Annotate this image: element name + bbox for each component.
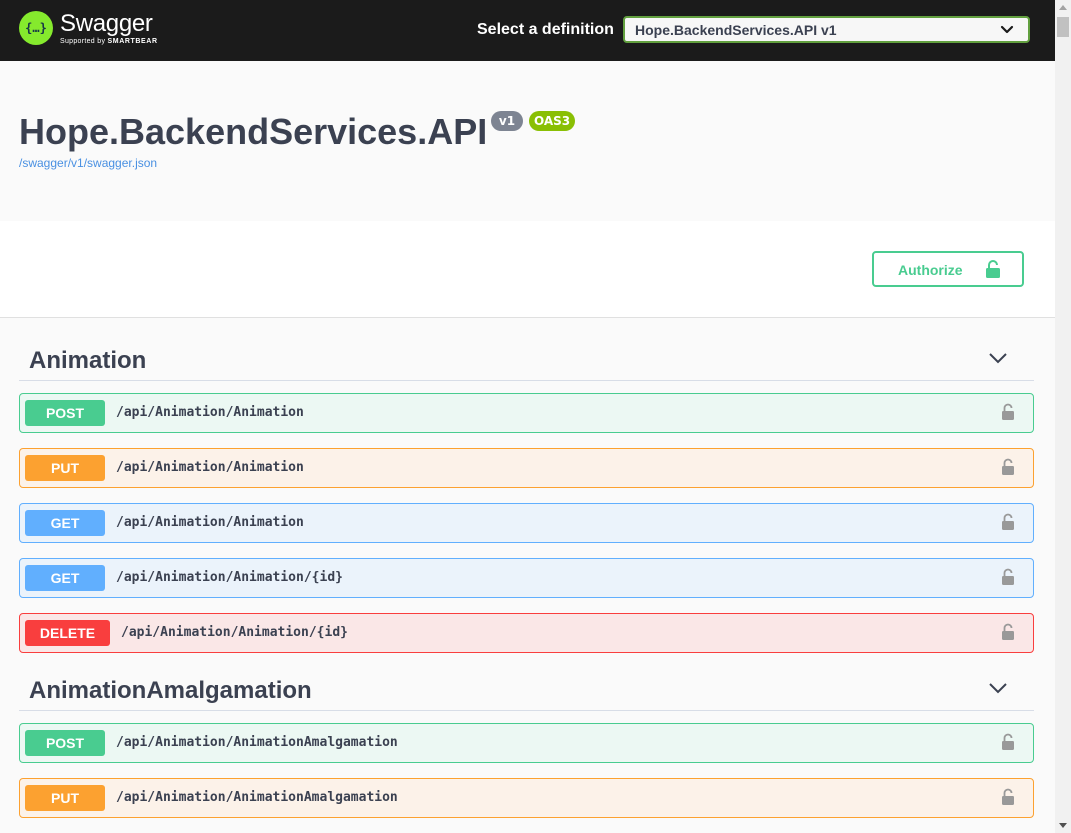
method-badge: GET [25,510,105,536]
scroll-thumb[interactable] [1057,17,1069,37]
section-animation[interactable]: Animation [19,338,1034,381]
chevron-down-icon[interactable] [988,352,1008,364]
operation-get-animation-by-id[interactable]: GET /api/Animation/Animation/{id} [19,558,1034,598]
operation-path: /api/Animation/Animation/{id} [121,625,348,640]
section-animationamalgamation[interactable]: AnimationAmalgamation [19,668,1034,711]
operation-path: /api/Animation/Animation [116,405,304,420]
api-info: Hope.BackendServices.API v1 OAS3 /swagge… [0,61,1055,221]
operation-post-animation[interactable]: POST /api/Animation/Animation [19,393,1034,433]
page-title: Hope.BackendServices.API [19,111,488,152]
method-badge: POST [25,400,105,426]
operation-path: /api/Animation/Animation [116,515,304,530]
operation-put-animation[interactable]: PUT /api/Animation/Animation [19,448,1034,488]
top-bar: {…} Swagger Supported by SMARTBEAR Selec… [0,0,1055,61]
scroll-down-icon[interactable] [1059,823,1067,828]
method-badge: GET [25,565,105,591]
chevron-down-icon[interactable] [988,682,1008,694]
method-badge: DELETE [25,620,110,646]
method-badge: PUT [25,785,105,811]
lock-icon[interactable] [1001,403,1015,421]
lock-icon[interactable] [1001,568,1015,586]
logo-text: Swagger Supported by SMARTBEAR [60,9,158,45]
section-title: AnimationAmalgamation [29,677,312,704]
scheme-container: Authorize [0,221,1055,318]
logo-supported-text: Supported by [60,37,106,45]
definition-select-value: Hope.BackendServices.API v1 [635,22,837,38]
version-badge: v1 [491,111,523,131]
logo-name: Swagger [60,9,153,37]
vertical-scrollbar[interactable] [1055,0,1071,833]
operation-path: /api/Animation/Animation [116,460,304,475]
operation-path: /api/Animation/Animation/{id} [116,570,343,585]
swagger-logo-icon: {…} [19,11,53,45]
operation-path: /api/Animation/AnimationAmalgamation [116,735,398,750]
operation-put-animationamalgamation[interactable]: PUT /api/Animation/AnimationAmalgamation [19,778,1034,818]
lock-icon[interactable] [1001,733,1015,751]
lock-icon[interactable] [1001,513,1015,531]
lock-icon[interactable] [1001,623,1015,641]
lock-icon[interactable] [1001,788,1015,806]
operation-get-animation[interactable]: GET /api/Animation/Animation [19,503,1034,543]
select-definition-label: Select a definition [477,21,614,38]
spec-link[interactable]: /swagger/v1/swagger.json [19,156,157,170]
lock-icon [986,260,1000,278]
oas-badge: OAS3 [529,111,575,131]
operation-post-animationamalgamation[interactable]: POST /api/Animation/AnimationAmalgamatio… [19,723,1034,763]
chevron-down-icon [1000,25,1014,34]
logo-brand-text: SMARTBEAR [107,37,158,45]
method-badge: POST [25,730,105,756]
lock-icon[interactable] [1001,458,1015,476]
operation-path: /api/Animation/AnimationAmalgamation [116,790,398,805]
operation-delete-animation[interactable]: DELETE /api/Animation/Animation/{id} [19,613,1034,653]
definition-select[interactable]: Hope.BackendServices.API v1 [623,16,1030,43]
swagger-logo[interactable]: {…} Swagger Supported by SMARTBEAR [19,11,158,45]
method-badge: PUT [25,455,105,481]
section-title: Animation [29,347,147,374]
authorize-button[interactable]: Authorize [872,251,1024,287]
logo-subtitle: Supported by SMARTBEAR [60,38,158,45]
authorize-label: Authorize [898,262,963,278]
scroll-up-icon[interactable] [1059,5,1067,10]
